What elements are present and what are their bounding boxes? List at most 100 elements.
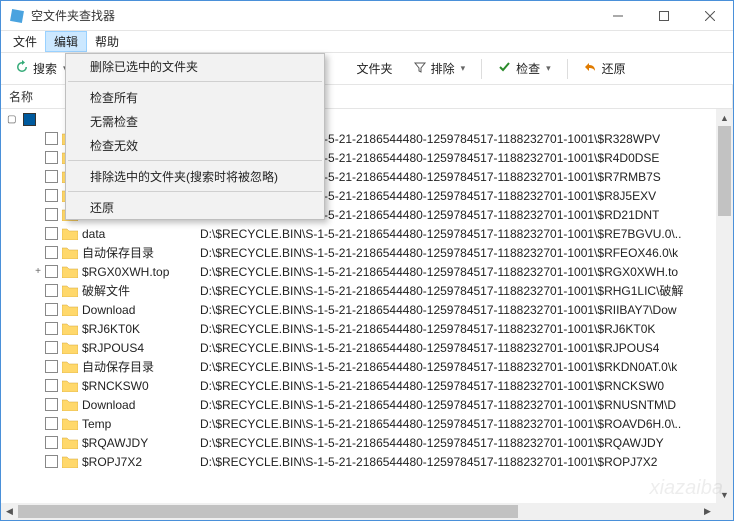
row-checkbox[interactable] [45,341,58,354]
row-path: D:\$RECYCLE.BIN\S-1-5-21-2186544480-1259… [200,379,664,393]
folder-icon [62,455,78,468]
menu-separator [68,160,322,161]
check-icon [498,60,512,77]
menu-check-all[interactable]: 检查所有 [66,85,324,109]
table-row[interactable]: $RNCKSW0D:\$RECYCLE.BIN\S-1-5-21-2186544… [1,376,733,395]
row-checkbox[interactable] [45,246,58,259]
root-checkbox[interactable] [23,113,36,126]
expand-icon[interactable]: + [31,266,45,277]
menu-restore[interactable]: 还原 [66,195,324,219]
row-checkbox[interactable] [45,151,58,164]
row-name: 自动保存目录 [82,358,200,375]
scroll-up-button[interactable]: ▲ [716,109,733,126]
edit-dropdown-menu: 删除已选中的文件夹 检查所有 无需检查 检查无效 排除选中的文件夹(搜索时将被忽… [65,53,325,220]
table-row[interactable]: +$RGX0XWH.topD:\$RECYCLE.BIN\S-1-5-21-21… [1,262,733,281]
row-checkbox[interactable] [45,284,58,297]
row-checkbox[interactable] [45,189,58,202]
menu-file[interactable]: 文件 [5,31,45,52]
restore-button[interactable]: 还原 [576,57,634,80]
vertical-scrollbar[interactable]: ▲ ▼ [716,109,733,503]
undo-icon [584,60,598,77]
minimize-button[interactable] [595,1,641,31]
menu-exclude-selected[interactable]: 排除选中的文件夹(搜索时将被忽略) [66,164,324,188]
row-path: D:\$RECYCLE.BIN\S-1-5-21-2186544480-1259… [200,436,664,450]
collapse-icon[interactable]: ▢ [7,114,19,125]
row-checkbox[interactable] [45,379,58,392]
folder-icon [62,379,78,392]
maximize-button[interactable] [641,1,687,31]
table-row[interactable]: $RJPOUS4D:\$RECYCLE.BIN\S-1-5-21-2186544… [1,338,733,357]
toolbar-separator [481,59,482,79]
row-name: Download [82,398,200,412]
scroll-down-button[interactable]: ▼ [716,486,733,503]
row-path: D:\$RECYCLE.BIN\S-1-5-21-2186544480-1259… [200,322,655,336]
row-path: D:\$RECYCLE.BIN\S-1-5-21-2186544480-1259… [200,303,677,317]
folder-icon [62,246,78,259]
menu-separator [68,81,322,82]
window-title: 空文件夹查找器 [31,7,595,24]
table-row[interactable]: TempD:\$RECYCLE.BIN\S-1-5-21-2186544480-… [1,414,733,433]
folder-icon [62,436,78,449]
app-window: 空文件夹查找器 文件 编辑 帮助 搜索▾ 文件夹 排除▾ 检查▾ 还原 [0,0,734,521]
row-name: $ROPJ7X2 [82,455,200,469]
scroll-left-button[interactable]: ◀ [1,503,18,520]
table-row[interactable]: 自动保存目录D:\$RECYCLE.BIN\S-1-5-21-218654448… [1,243,733,262]
row-checkbox[interactable] [45,455,58,468]
row-checkbox[interactable] [45,360,58,373]
horizontal-scrollbar[interactable]: ◀ ▶ [1,503,716,520]
scroll-thumb[interactable] [718,126,731,216]
table-row[interactable]: 自动保存目录D:\$RECYCLE.BIN\S-1-5-21-218654448… [1,357,733,376]
row-checkbox[interactable] [45,227,58,240]
find-empty-button[interactable]: 文件夹 [349,57,401,80]
check-button[interactable]: 检查▾ [490,57,559,80]
folder-icon [62,360,78,373]
menubar: 文件 编辑 帮助 [1,31,733,53]
row-path: D:\$RECYCLE.BIN\S-1-5-21-2186544480-1259… [200,246,678,260]
row-checkbox[interactable] [45,436,58,449]
row-name: $RJPOUS4 [82,341,200,355]
row-name: $RQAWJDY [82,436,200,450]
menu-delete-selected[interactable]: 删除已选中的文件夹 [66,54,324,78]
refresh-icon [15,60,29,77]
folder-icon [62,322,78,335]
menu-uncheck-all[interactable]: 无需检查 [66,109,324,133]
row-name: $RNCKSW0 [82,379,200,393]
menu-check-invalid[interactable]: 检查无效 [66,133,324,157]
row-name: data [82,227,200,241]
row-name: $RJ6KT0K [82,322,200,336]
row-checkbox[interactable] [45,322,58,335]
table-row[interactable]: dataD:\$RECYCLE.BIN\S-1-5-21-2186544480-… [1,224,733,243]
row-checkbox[interactable] [45,208,58,221]
table-row[interactable]: DownloadD:\$RECYCLE.BIN\S-1-5-21-2186544… [1,300,733,319]
folder-icon [62,227,78,240]
sort-button[interactable]: 排除▾ [405,57,474,80]
scroll-right-button[interactable]: ▶ [699,503,716,520]
row-path: D:\$RECYCLE.BIN\S-1-5-21-2186544480-1259… [200,417,681,431]
close-button[interactable] [687,1,733,31]
menu-separator [68,191,322,192]
row-checkbox[interactable] [45,132,58,145]
table-row[interactable]: $RJ6KT0KD:\$RECYCLE.BIN\S-1-5-21-2186544… [1,319,733,338]
table-row[interactable]: 破解文件D:\$RECYCLE.BIN\S-1-5-21-2186544480-… [1,281,733,300]
row-path: D:\$RECYCLE.BIN\S-1-5-21-2186544480-1259… [200,282,683,299]
app-icon [9,8,25,24]
row-checkbox[interactable] [45,170,58,183]
filter-icon [413,60,427,77]
scroll-thumb[interactable] [18,505,518,518]
row-checkbox[interactable] [45,417,58,430]
row-path: D:\$RECYCLE.BIN\S-1-5-21-2186544480-1259… [200,398,676,412]
menu-help[interactable]: 帮助 [87,31,127,52]
row-name: 破解文件 [82,282,200,299]
row-checkbox[interactable] [45,265,58,278]
row-path: D:\$RECYCLE.BIN\S-1-5-21-2186544480-1259… [200,265,678,279]
folder-icon [62,265,78,278]
table-row[interactable]: DownloadD:\$RECYCLE.BIN\S-1-5-21-2186544… [1,395,733,414]
toolbar-separator [567,59,568,79]
row-checkbox[interactable] [45,398,58,411]
folder-icon [62,284,78,297]
row-checkbox[interactable] [45,303,58,316]
folder-icon [62,417,78,430]
table-row[interactable]: $ROPJ7X2D:\$RECYCLE.BIN\S-1-5-21-2186544… [1,452,733,471]
table-row[interactable]: $RQAWJDYD:\$RECYCLE.BIN\S-1-5-21-2186544… [1,433,733,452]
menu-edit[interactable]: 编辑 [45,31,87,52]
